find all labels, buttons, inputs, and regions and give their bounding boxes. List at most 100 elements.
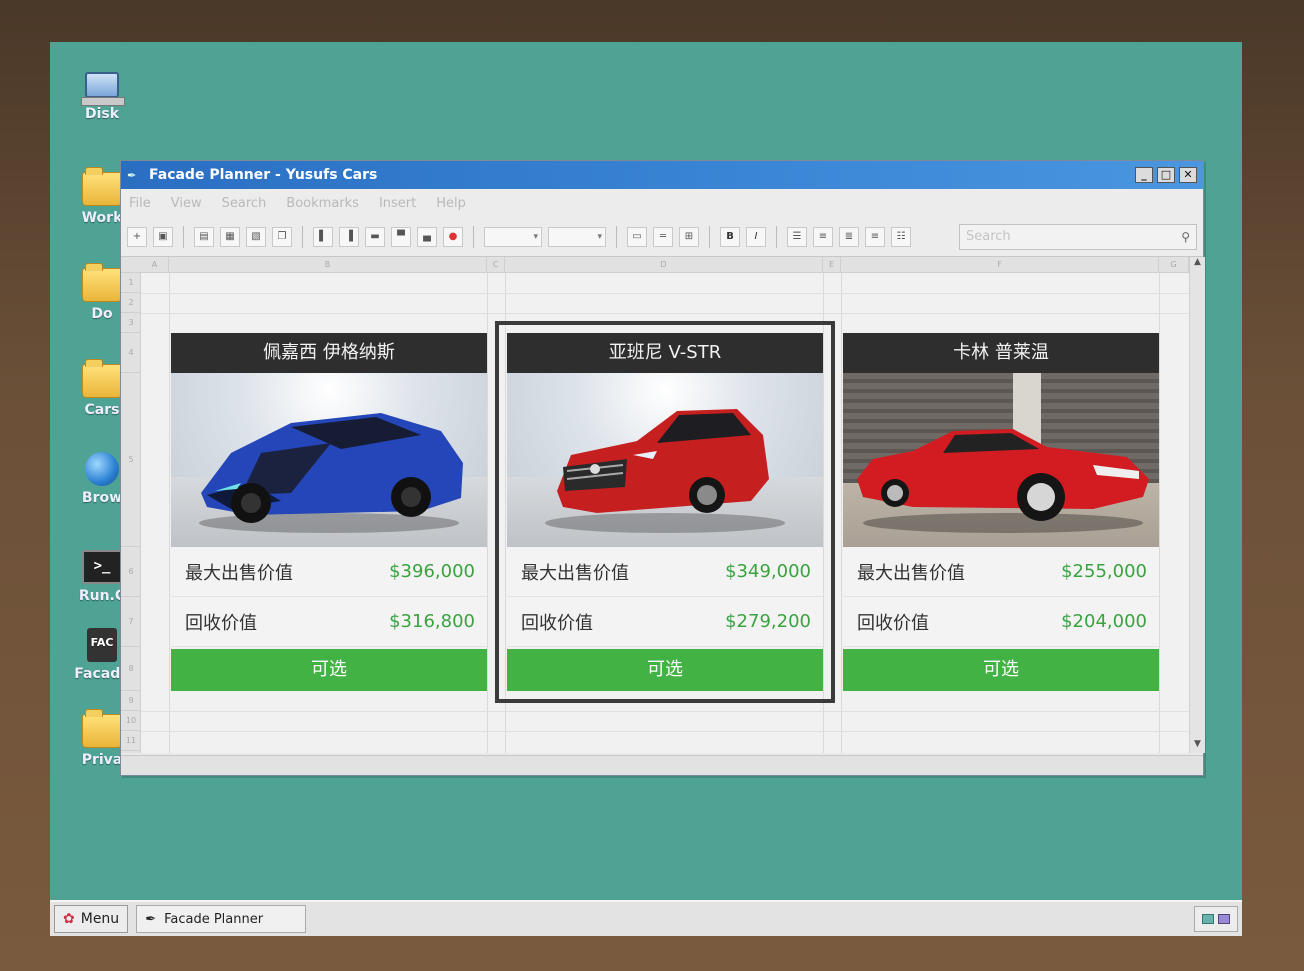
desktop-icon-label: Disk (84, 106, 120, 122)
buyback-value: $204,000 (1061, 611, 1147, 632)
row-header-cell[interactable]: 11 (121, 731, 141, 751)
desktop-screen: Disk Work Do Cars Brow >_ Run.C FAC Faca… (50, 42, 1242, 936)
menu-view[interactable]: View (171, 196, 202, 211)
menu-search[interactable]: Search (222, 196, 267, 211)
select-car-button[interactable]: 可选 (507, 649, 823, 691)
column-header-cell[interactable]: E (823, 257, 841, 273)
taskbar: ✿ Menu ✒ Facade Planner (50, 900, 1242, 936)
copy-icon[interactable]: ❐ (272, 226, 292, 247)
network-icon[interactable] (1202, 914, 1214, 924)
list-icon[interactable]: ☰ (787, 226, 807, 247)
buyback-value: $279,200 (725, 611, 811, 632)
max-sale-label: 最大出售价值 (857, 562, 965, 584)
line-icon[interactable]: ═ (653, 226, 673, 247)
window-titlebar[interactable]: ✒ Facade Planner - Yusufs Cars _ □ ✕ (121, 161, 1203, 189)
size-select[interactable] (548, 226, 606, 247)
align-right-icon[interactable]: ≡ (865, 226, 885, 247)
maximize-button[interactable]: □ (1157, 167, 1175, 183)
column-header-cell[interactable]: B (169, 257, 487, 273)
column-header-cell[interactable]: G (1159, 257, 1189, 273)
car-card: 佩嘉西 伊格纳斯 最大出售价值 $396,000 回收价值 $316,800 可… (171, 333, 487, 691)
car-name: 卡林 普莱温 (843, 333, 1159, 373)
row-header-cell[interactable]: 4 (121, 333, 141, 373)
max-sale-label: 最大出售价值 (185, 562, 293, 584)
column-header-cell[interactable]: C (487, 257, 505, 273)
toolbar-divider (473, 225, 474, 248)
close-button[interactable]: ✕ (1179, 167, 1197, 183)
car-name: 亚班尼 V-STR (507, 333, 823, 373)
bold-button[interactable]: B (720, 226, 740, 247)
max-sale-row: 最大出售价值 $396,000 (171, 547, 487, 597)
record-icon[interactable]: ● (443, 226, 463, 247)
column-header-cell[interactable]: A (141, 257, 169, 273)
app-icon: ✒ (145, 911, 157, 927)
system-tray (1194, 906, 1238, 932)
select-car-button[interactable]: 可选 (843, 649, 1159, 691)
app-icon: ✒ (127, 168, 137, 182)
search-icon[interactable]: ⚲ (1181, 230, 1190, 244)
grid-line (823, 273, 824, 753)
scroll-down-icon[interactable]: ▼ (1190, 739, 1205, 749)
menu-bar: File View Search Bookmarks Insert Help (121, 189, 1203, 217)
globe-icon (85, 452, 119, 486)
row-header-cell[interactable]: 8 (121, 647, 141, 691)
car-card-selected: 亚班尼 V-STR 最大出售价值 $349,000 回收价值 $279,200 … (495, 321, 835, 703)
search-box[interactable]: ⚲ (959, 223, 1197, 250)
menu-bookmarks[interactable]: Bookmarks (286, 196, 359, 211)
max-sale-value: $396,000 (389, 561, 475, 582)
row-header-cell[interactable]: 5 (121, 373, 141, 547)
image-icon[interactable]: ▧ (246, 226, 266, 247)
scroll-up-icon[interactable]: ▲ (1190, 257, 1205, 267)
max-sale-row: 最大出售价值 $349,000 (507, 547, 823, 597)
row-header-cell[interactable]: 3 (121, 313, 141, 333)
menu-file[interactable]: File (129, 196, 151, 211)
justify-icon[interactable]: ☷ (891, 226, 911, 247)
layout-center-icon[interactable]: ▬ (365, 226, 385, 247)
vertical-scrollbar[interactable]: ▲ ▼ (1189, 257, 1205, 753)
sports-car-image (857, 429, 1149, 533)
style-select[interactable] (484, 226, 542, 247)
menu-help[interactable]: Help (436, 196, 466, 211)
select-car-button[interactable]: 可选 (171, 649, 487, 691)
row-header-cell[interactable]: 7 (121, 597, 141, 647)
row-header-cell[interactable]: 2 (121, 293, 141, 313)
display-icon[interactable] (1218, 914, 1230, 924)
toolbar: + ▣ ▤ ▦ ▧ ❐ ▌ ▐ ▬ ▀ ▄ ● ▭ ═ ⊞ B I ☰ (121, 217, 1203, 257)
toolbar-divider (616, 225, 617, 248)
new-icon[interactable]: + (127, 226, 147, 247)
menu-insert[interactable]: Insert (379, 196, 416, 211)
column-header-cell[interactable]: D (505, 257, 823, 273)
minimize-button[interactable]: _ (1135, 167, 1153, 183)
row-header-cell[interactable]: 9 (121, 691, 141, 711)
terminal-icon: >_ (82, 550, 122, 584)
layout-right-icon[interactable]: ▐ (339, 226, 359, 247)
row-header-cell[interactable]: 6 (121, 547, 141, 597)
align-left-icon[interactable]: ≡ (813, 226, 833, 247)
layout-top-icon[interactable]: ▀ (391, 226, 411, 247)
grid-icon[interactable]: ⊞ (679, 226, 699, 247)
save-icon[interactable]: ▣ (153, 226, 173, 247)
taskbar-item-facade-planner[interactable]: ✒ Facade Planner (136, 905, 307, 933)
row-header-cell[interactable]: 10 (121, 711, 141, 731)
search-input[interactable] (966, 229, 1182, 244)
layout-bottom-icon[interactable]: ▄ (417, 226, 437, 247)
desktop-icon-disk[interactable]: Disk (62, 72, 142, 122)
page-icon[interactable]: ▤ (194, 226, 214, 247)
row-header-cell[interactable]: 1 (121, 273, 141, 293)
align-center-icon[interactable]: ≣ (839, 226, 859, 247)
status-bar (121, 755, 1203, 775)
column-header: A B C D E F G (121, 257, 1189, 273)
buyback-row: 回收价值 $204,000 (843, 597, 1159, 647)
border-icon[interactable]: ▭ (627, 226, 647, 247)
table-icon[interactable]: ▦ (220, 226, 240, 247)
italic-button[interactable]: I (746, 226, 766, 247)
toolbar-divider (183, 225, 184, 248)
grid-line (841, 273, 842, 753)
spreadsheet: A B C D E F G 1 2 3 4 5 6 7 8 9 10 11 佩嘉… (121, 257, 1205, 753)
layout-left-icon[interactable]: ▌ (313, 226, 333, 247)
supercar-image (199, 413, 463, 533)
column-header-cell[interactable]: F (841, 257, 1159, 273)
folder-icon (82, 359, 122, 398)
car-card: 卡林 普莱温 最大出售价值 $255,000 回收价值 $204,000 可选 (843, 333, 1159, 691)
start-menu-button[interactable]: ✿ Menu (54, 905, 129, 933)
